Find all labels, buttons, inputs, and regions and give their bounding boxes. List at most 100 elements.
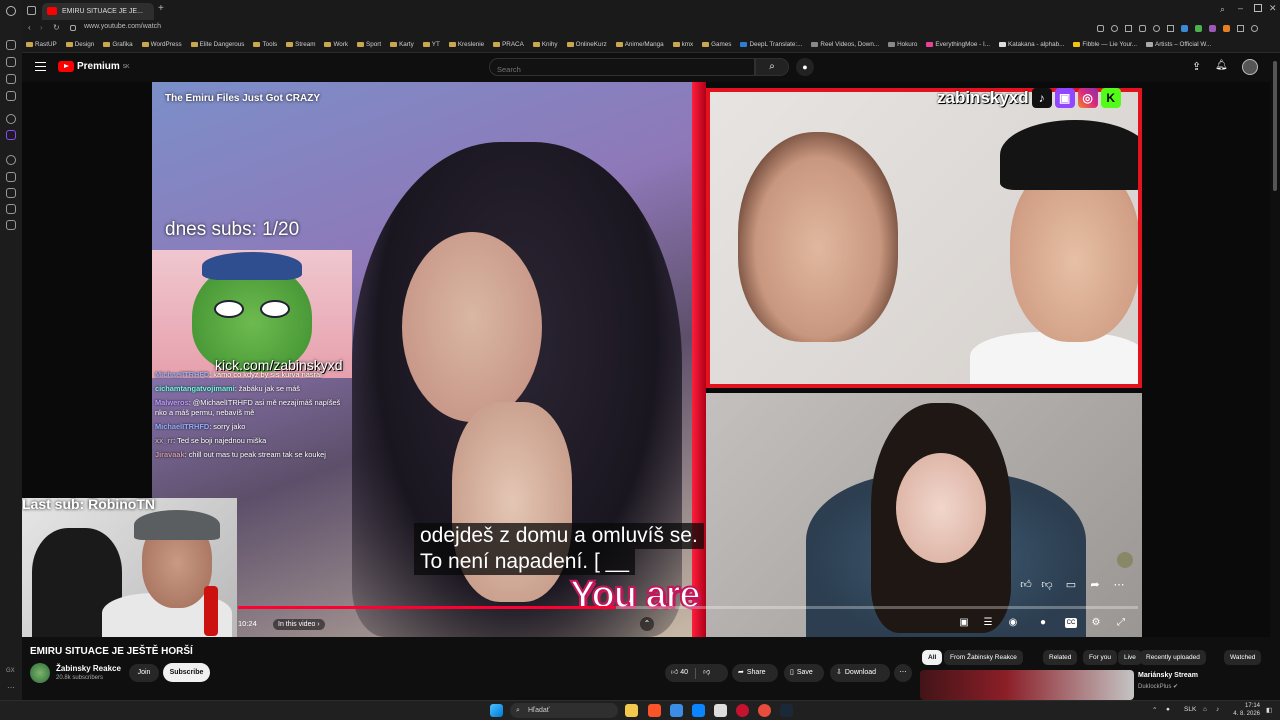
opera-logo-icon[interactable]	[6, 6, 16, 16]
player-control-icon[interactable]	[1139, 25, 1146, 32]
tab-active[interactable]: EMIRU SITUACE JE JE...	[42, 3, 154, 20]
youtube-logo[interactable]: Premium SK	[58, 61, 129, 72]
bookmark-item[interactable]: Grafika	[103, 41, 133, 48]
new-tab-icon[interactable]: +	[158, 3, 164, 14]
sidebar-more-icon[interactable]: GX	[6, 668, 15, 674]
bookmark-item[interactable]: WordPress	[141, 41, 182, 48]
filter-chip-watched[interactable]: Watched	[1224, 650, 1262, 665]
scrollbar-thumb[interactable]	[1273, 61, 1277, 191]
more-icon[interactable]: ⋯	[1112, 578, 1126, 592]
screenshot-icon[interactable]: ◉	[1007, 618, 1019, 628]
extension-purple-icon[interactable]	[1209, 25, 1216, 32]
bookmark-item[interactable]: Tools	[253, 41, 277, 48]
clock[interactable]: 17:14 4. 8. 2026	[1230, 702, 1260, 718]
thumbnail-icon[interactable]: ▣	[958, 618, 970, 628]
bookmark-item[interactable]: Katakana - alphab...	[999, 41, 1064, 48]
extension-blue-icon[interactable]	[1181, 25, 1188, 32]
playlist-icon[interactable]: ☰	[982, 618, 994, 628]
recommended-channel[interactable]: DukIockPlus ✔	[1138, 683, 1178, 690]
search-button[interactable]: ⌕	[755, 58, 789, 76]
notification-icon[interactable]: ◧	[1266, 706, 1272, 714]
bookmark-item[interactable]: DeepL Translate:...	[740, 41, 802, 48]
subscribe-button[interactable]: Subscribe	[163, 663, 210, 682]
workspaces-icon[interactable]	[27, 6, 36, 15]
snapshot-icon[interactable]	[1097, 25, 1104, 32]
chevron-up-icon[interactable]: ⌃	[640, 617, 654, 631]
download-button[interactable]: ⇩ Download	[830, 664, 890, 682]
bookmark-item[interactable]: Knihy	[532, 41, 558, 48]
photoshop-icon[interactable]	[670, 704, 683, 717]
opera-gx-icon[interactable]	[736, 704, 749, 717]
settings-icon[interactable]	[6, 220, 16, 230]
taskbar-search[interactable]: ⌕ Hľadať	[510, 703, 618, 718]
channel-avatar[interactable]	[30, 663, 50, 683]
search-input[interactable]	[490, 61, 730, 78]
in-this-video-button[interactable]: In this video ›	[273, 619, 325, 630]
upload-icon[interactable]: ⇪	[1192, 60, 1201, 73]
recommended-title[interactable]: Mariánsky Stream	[1138, 672, 1198, 679]
notepad-icon[interactable]	[714, 704, 727, 717]
captions-icon[interactable]: CC	[1065, 618, 1077, 628]
share-icon[interactable]: ➦	[1088, 578, 1102, 592]
voice-search-button[interactable]: ●	[796, 58, 814, 76]
bookmark-item[interactable]: OnlineKurz	[566, 41, 607, 48]
bookmark-item[interactable]: kmx	[672, 41, 693, 48]
search-box[interactable]	[489, 58, 755, 78]
reload-icon[interactable]: ↻	[53, 23, 60, 32]
bookmark-item[interactable]: Stream	[286, 41, 315, 48]
search-tabs-icon[interactable]: ⌕	[1220, 4, 1225, 15]
bookmark-item[interactable]: Fibble — Lie Your...	[1073, 41, 1137, 48]
bookmark-item[interactable]: Reel Videos, Down...	[811, 41, 879, 48]
app-blue-icon[interactable]	[692, 704, 705, 717]
bookmark-item[interactable]: Sport	[357, 41, 381, 48]
home-icon[interactable]	[6, 40, 16, 50]
steam-icon[interactable]	[780, 704, 793, 717]
close-icon[interactable]: ✕	[1269, 3, 1277, 14]
obs-icon[interactable]	[758, 704, 771, 717]
filter-chip-live[interactable]: Live	[1118, 650, 1142, 665]
messenger-icon[interactable]	[6, 74, 16, 84]
channel-name[interactable]: Žabinsky Reakce	[56, 664, 121, 673]
sidebar-menu-icon[interactable]: ⋯	[7, 683, 15, 692]
vpn-icon[interactable]	[1125, 25, 1132, 32]
like-icon[interactable]: 👍︎	[1019, 578, 1033, 592]
ai-icon[interactable]	[6, 114, 16, 124]
menu-icon[interactable]	[35, 62, 46, 71]
player-icon[interactable]	[6, 155, 16, 165]
bookmark-item[interactable]: RastUP	[26, 41, 57, 48]
bookmark-item[interactable]: Kreslenie	[448, 41, 484, 48]
bookmark-item[interactable]: PRACA	[493, 41, 524, 48]
channel-watermark[interactable]	[1117, 552, 1133, 568]
progress-bar[interactable]	[238, 606, 1138, 609]
flow-icon[interactable]	[6, 204, 16, 214]
extension-green-icon[interactable]	[1195, 25, 1202, 32]
twitch-icon[interactable]	[6, 130, 16, 140]
extensions-icon[interactable]	[6, 57, 16, 67]
bookmark-item[interactable]: Games	[702, 41, 731, 48]
easy-setup-icon[interactable]	[1251, 25, 1258, 32]
file-explorer-icon[interactable]	[625, 704, 638, 717]
notifications-bell-icon[interactable]: 🔔︎	[1215, 60, 1228, 71]
bookmark-item[interactable]: EverythingMoe - I...	[926, 41, 990, 48]
windows-start-icon[interactable]	[490, 704, 503, 717]
extension-orange-icon[interactable]	[1223, 25, 1230, 32]
play-icon[interactable]	[6, 172, 16, 182]
heart-icon[interactable]	[1153, 25, 1160, 32]
page-scrollbar[interactable]	[1270, 53, 1280, 700]
bookmark-item[interactable]: YT	[422, 41, 440, 48]
join-button[interactable]: Join	[129, 664, 159, 682]
volume-icon[interactable]: ♪	[1216, 706, 1219, 713]
site-info-icon[interactable]	[70, 25, 76, 31]
save-button[interactable]: ▯ Save	[784, 664, 824, 682]
bookmark-item[interactable]: Anime/Manga	[615, 41, 664, 48]
back-icon[interactable]: ‹	[28, 23, 31, 32]
bookmark-item[interactable]: Elite Dangerous	[190, 41, 244, 48]
autoplay-toggle-icon[interactable]: ●	[1037, 618, 1049, 628]
bookmark-item[interactable]: Work	[324, 41, 348, 48]
wallet-icon[interactable]	[1167, 25, 1174, 32]
bookmark-item[interactable]: Hokuro	[888, 41, 917, 48]
brave-icon[interactable]	[648, 704, 661, 717]
settings-gear-icon[interactable]: ⚙	[1090, 618, 1102, 628]
filter-chip-for-you[interactable]: For you	[1083, 650, 1118, 665]
share-button[interactable]: ➦ Share	[732, 664, 778, 682]
